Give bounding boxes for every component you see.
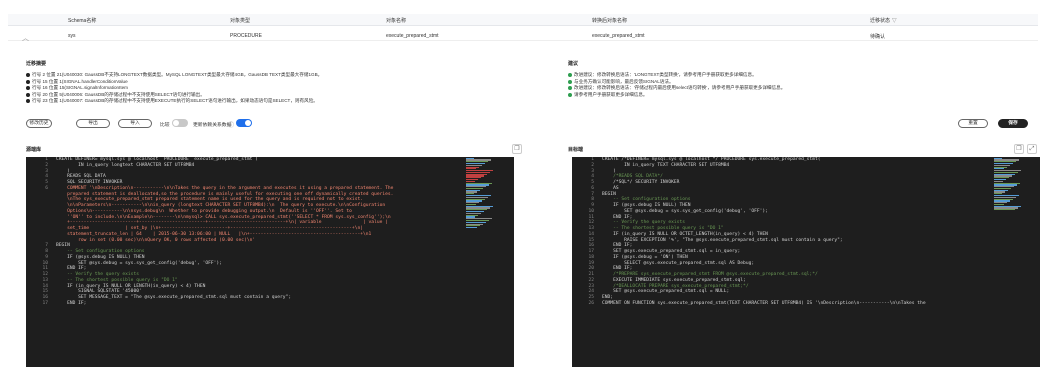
code-line: 17 END IF; <box>26 301 514 307</box>
update-dependency-label: 更新依赖关系数据 <box>193 123 232 128</box>
history-button[interactable]: 修改历史 <box>26 119 52 128</box>
copy-icon[interactable]: ❐ <box>1014 144 1024 154</box>
line-text: END IF; <box>56 300 87 306</box>
col-migration-status: 迁移状态 ▽ <box>870 18 897 24</box>
table-header: Schema名称 对象类型 对象名称 转换后对象名称 迁移状态 ▽ <box>8 14 1038 26</box>
copy-icon[interactable]: ❐ <box>512 144 522 154</box>
check-dot-icon <box>568 86 572 90</box>
warning-dot-icon <box>26 92 30 97</box>
export-button[interactable]: 导出 <box>76 119 110 128</box>
suggestions-title: 建议 <box>568 61 579 67</box>
source-code-editor[interactable]: 1 CREATE DEFINER=`mysql.sys`@`localhost` … <box>26 157 514 367</box>
suggestion-item: 改进建议：修改转换后语法：'存储过程内最后使用select语句转换'，请参考用户… <box>568 85 785 91</box>
cell-converted-name: execute_prepared_stmt <box>592 33 645 39</box>
reset-button[interactable]: 重置 <box>958 119 988 128</box>
target-panel-title: 目标端 <box>568 147 584 153</box>
suggestion-item: 与业务方确认可能影响，最后反馈SIGNAL语法。 <box>568 79 674 85</box>
table-row[interactable]: ︿ sys PROCEDURE execute_prepared_stmt ex… <box>8 30 1038 43</box>
cell-object-name: execute_prepared_stmt <box>386 33 439 39</box>
line-number: 26 <box>588 300 594 306</box>
check-dot-icon <box>568 73 572 77</box>
line-text: COMMENT ON FUNCTION sys.execute_prepared… <box>602 300 926 306</box>
cell-object-type: PROCEDURE <box>230 33 262 39</box>
cell-schema: sys <box>68 33 76 39</box>
warning-dot-icon <box>26 99 30 103</box>
summary-item: 行号 2 位置 21(U040030: GaussDB不支持LONGTEXT数据… <box>26 72 322 78</box>
warning-dot-icon <box>26 73 30 77</box>
summary-item: 行号 16 位置 15(SIGNAL.signalInformationItem <box>26 85 128 91</box>
col-object-name: 对象名称 <box>386 18 407 24</box>
summary-item: 行号 23 位置 1(U040007: GaussDB的存储过程中不支持使用EX… <box>26 98 318 104</box>
expand-icon[interactable]: ⤢ <box>1027 144 1037 154</box>
source-panel-title: 源端库 <box>26 147 42 153</box>
compare-label: 比较 <box>160 123 170 128</box>
warning-dot-icon <box>26 86 30 90</box>
check-dot-icon <box>568 79 572 84</box>
cell-migration-status: 待确认 <box>870 34 886 40</box>
suggestion-item: 请参考用户手册获取更多详细信息。 <box>568 92 648 98</box>
save-button[interactable]: 保存 <box>998 119 1028 128</box>
filter-icon[interactable]: ▽ <box>892 18 897 24</box>
summary-item: 行号 20 位置 5(U040006: GaussDB的存储过程中不支持使用SE… <box>26 92 205 98</box>
target-code-editor[interactable]: 1 CREATE /*DEFINER=`mysql.sys`@`localhost… <box>572 157 1040 367</box>
import-button[interactable]: 导入 <box>118 119 152 128</box>
chevron-up-icon[interactable]: ︿ <box>22 33 29 43</box>
col-converted-name: 转换后对象名称 <box>592 18 628 24</box>
suggestion-item: 改进建议：修改转换后语法：'LONGTEXT类型转换'，请参考用户手册获取更多详… <box>568 72 757 78</box>
migration-summary-title: 迁移摘要 <box>26 61 47 67</box>
update-dependency-toggle[interactable] <box>236 119 252 127</box>
line-number: 17 <box>42 300 48 306</box>
col-object-type: 对象类型 <box>230 18 251 24</box>
code-line: 26 COMMENT ON FUNCTION sys.execute_prepar… <box>572 301 1040 307</box>
warning-dot-icon <box>26 79 30 84</box>
check-dot-icon <box>568 92 572 97</box>
compare-toggle[interactable] <box>172 119 188 127</box>
help-circle-icon[interactable]: ⓘ <box>228 120 234 129</box>
summary-item: 行号 15 位置 1(SIGNAL.handlerConditionValue <box>26 79 128 85</box>
col-schema: Schema名称 <box>68 18 97 24</box>
